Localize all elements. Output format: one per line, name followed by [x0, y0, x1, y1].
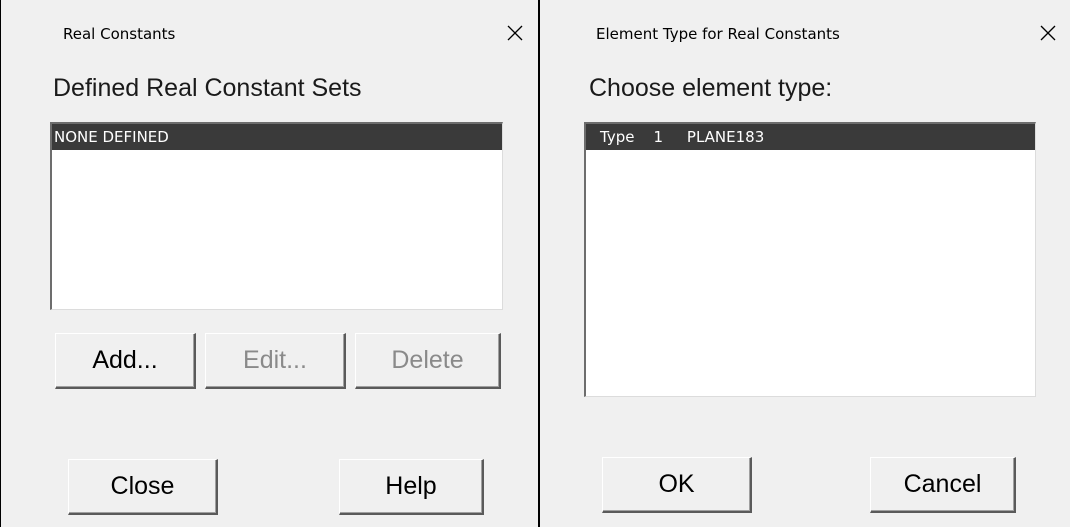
cancel-button[interactable]: Cancel — [870, 457, 1016, 513]
close-icon — [507, 25, 523, 41]
close-button[interactable] — [499, 17, 531, 49]
help-button[interactable]: Help — [339, 459, 484, 515]
section-heading: Defined Real Constant Sets — [53, 74, 362, 102]
element-type-dialog: Element Type for Real Constants Choose e… — [540, 0, 1070, 527]
dialog-title: Real Constants — [63, 25, 176, 43]
close-button[interactable] — [1032, 17, 1064, 49]
close-dialog-button[interactable]: Close — [68, 459, 218, 515]
title-bar: Real Constants — [1, 0, 538, 60]
element-type-list[interactable]: Type 1 PLANE183 — [584, 122, 1036, 397]
section-heading: Choose element type: — [589, 74, 833, 102]
list-item[interactable]: NONE DEFINED — [52, 124, 502, 150]
add-button[interactable]: Add... — [55, 333, 196, 389]
delete-button[interactable]: Delete — [355, 333, 501, 389]
close-icon — [1040, 25, 1056, 41]
list-item[interactable]: Type 1 PLANE183 — [586, 124, 1035, 150]
dialog-title: Element Type for Real Constants — [596, 25, 840, 43]
real-constants-dialog: Real Constants Defined Real Constant Set… — [0, 0, 538, 527]
ok-button[interactable]: OK — [602, 457, 752, 513]
real-constant-sets-list[interactable]: NONE DEFINED — [50, 122, 503, 310]
edit-button[interactable]: Edit... — [205, 333, 346, 389]
title-bar: Element Type for Real Constants — [540, 0, 1070, 60]
